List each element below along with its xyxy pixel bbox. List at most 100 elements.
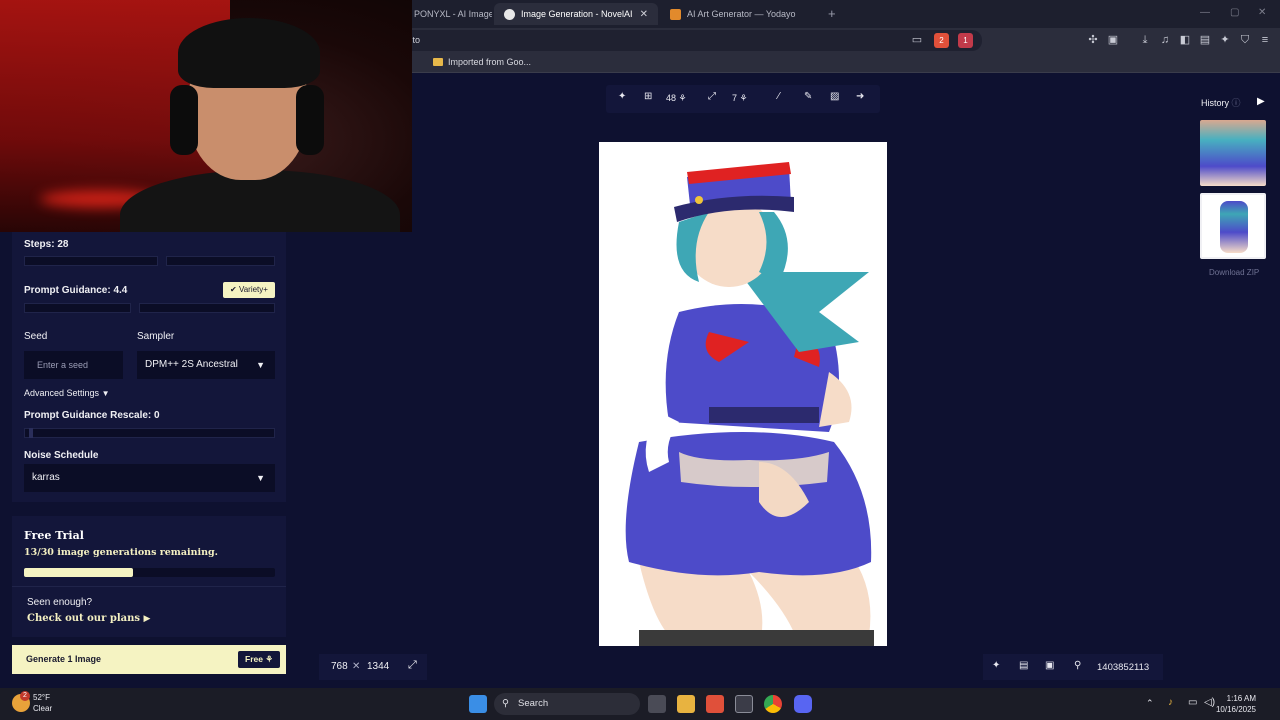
seed-icon[interactable]: ⚲ [1074,660,1081,671]
restore-icon[interactable]: ▢ [1230,7,1239,18]
windows-start-icon[interactable] [469,695,487,713]
tab-label: Image Generation - NovelAI [521,9,633,19]
brave-shield-icon[interactable]: 2 [934,33,949,48]
shield-badge-count: 2 [939,36,944,45]
chevron-up-icon[interactable]: ⌃ [1146,698,1154,709]
guidance-input[interactable] [139,303,275,313]
anime-character-illustration [625,162,874,646]
rescale-handle[interactable] [29,428,33,438]
obs-icon[interactable] [735,695,753,713]
download-icon[interactable]: ⤓ [1138,33,1152,47]
task-view-icon[interactable] [648,695,666,713]
sampler-value: DPM++ 2S Ancestral [145,359,238,370]
save-icon[interactable]: ▣ [1045,660,1054,671]
arrow-right-icon[interactable]: ➜ [856,91,864,102]
close-tab-icon[interactable]: ✕ [640,9,648,20]
wallet-icon[interactable]: ▤ [1198,33,1212,47]
seed-value[interactable]: 1403852113 [1097,662,1149,673]
height-value: 1344 [367,661,390,672]
divider [12,586,286,587]
tab-label: AI Art Generator — Yodayo [687,9,796,19]
sidebar-icon[interactable]: ◧ [1178,33,1192,47]
sampler-select[interactable]: DPM++ 2S Ancestral ▼ [137,351,275,379]
search-icon: ⚲ [502,698,509,709]
headphone-left [170,85,198,155]
rescale-label: Prompt Guidance Rescale: 0 [24,410,160,421]
windows-taskbar: 2 52°F Clear ⚲ Search ⌃ ♪ ▭ ◁) 1:16 AM 10/1… [0,688,1280,720]
leo-ai-icon[interactable]: ✦ [1218,33,1232,47]
image-actions-bar: ✦ ▤ ▣ ⚲ 1403852113 [983,654,1163,680]
tab-ponyxl[interactable]: PONYXL - AI Image [404,3,492,25]
upscale-icon[interactable]: ⤢ [708,91,716,102]
advanced-settings-toggle[interactable]: Advanced Settings ▼ [24,388,110,398]
seen-enough-text: Seen enough? [27,597,93,608]
weather-widget[interactable]: 52°F Clear [33,692,52,714]
minimize-icon[interactable]: — [1200,7,1210,18]
pencil-icon[interactable]: ✎ [804,91,812,102]
generations-remaining: 13/30 image generations remaining. [24,547,218,558]
clipboard-icon[interactable]: ▤ [1019,660,1028,671]
history-thumbnail[interactable] [1200,120,1266,186]
new-tab-icon[interactable]: + [828,6,836,21]
menu-icon[interactable]: ≡ [1258,33,1272,47]
file-explorer-icon[interactable] [677,695,695,713]
discord-icon[interactable] [794,695,812,713]
tab-novelai[interactable]: Image Generation - NovelAI ✕ [494,3,658,25]
brave-browser-icon[interactable] [706,695,724,713]
steps-input[interactable] [166,256,275,266]
volume-icon[interactable]: ◁) [1204,697,1215,708]
seed-input[interactable]: Enter a seed [24,351,123,379]
steps-slider[interactable] [24,256,158,266]
history-thumbnail-selected[interactable] [1200,193,1266,259]
generated-image[interactable] [599,142,887,646]
generate-label: Generate 1 Image [26,654,102,664]
noise-value: karras [32,472,60,483]
image-edit-icon[interactable]: ▨ [830,91,839,102]
chrome-icon[interactable] [764,695,782,713]
system-clock[interactable]: 1:16 AM 10/16/2025 [1216,693,1256,715]
check-plans-link[interactable]: Check out our plans ▶ [27,613,150,624]
network-icon[interactable]: ▭ [1188,697,1197,708]
noise-schedule-select[interactable]: karras ▼ [24,464,275,492]
expand-icon[interactable]: ⤢ [408,659,417,672]
media-icon[interactable]: ♫ [1158,33,1172,47]
upscale-cost: 7 ⚘ [732,93,748,103]
novelai-favicon-icon [504,8,515,20]
tab-yodayo[interactable]: AI Art Generator — Yodayo [660,3,820,25]
collapse-history-icon[interactable]: ▶ [1257,96,1265,107]
play-arrow-icon: ▶ [143,614,151,624]
image-dimensions: 768 ✕ 1344 ⤢ [319,654,427,680]
extensions-icon[interactable]: ✣ [1086,33,1100,47]
trial-progress-fill [24,568,133,577]
caret-down-icon: ▼ [101,389,110,398]
weather-badge: 2 [20,691,30,701]
microphone-icon[interactable]: ♪ [1168,697,1173,708]
seed-label: Seed [24,331,48,342]
bookmark-imported[interactable]: Imported from Goo... [433,57,531,67]
generate-button[interactable]: Generate 1 Image Free ⚘ [12,645,286,674]
enhance-icon[interactable]: ✦ [618,91,626,102]
magic-wand-icon[interactable]: ⁄ [778,91,780,102]
guidance-slider[interactable] [24,303,131,313]
guidance-value: 4.4 [113,285,128,296]
download-zip-link[interactable]: Download ZIP [1209,268,1259,277]
tab-search-icon[interactable]: ▣ [1106,33,1120,47]
vpn-icon[interactable]: ⛉ [1238,33,1252,47]
webcam-overlay [0,0,412,232]
free-trial-title: Free Trial [24,529,84,542]
tab-label: PONYXL - AI Image [414,9,492,19]
pin-icon[interactable]: ✦ [992,660,1000,671]
info-icon: ⓘ [1231,98,1241,108]
taskbar-search[interactable]: ⚲ Search [494,693,640,715]
close-window-icon[interactable]: ✕ [1258,7,1266,18]
free-badge: Free ⚘ [238,651,280,668]
guidance-label: Prompt Guidance: 4.4 [24,285,128,296]
address-bar[interactable]: .to [402,30,982,51]
cast-icon[interactable]: ▭ [910,33,924,47]
variations-icon[interactable]: ⊞ [644,91,652,102]
brave-rewards-icon[interactable]: 1 [958,33,973,48]
history-title: History ⓘ [1201,98,1241,108]
rescale-slider[interactable] [24,428,275,438]
trial-progress-bar [24,568,275,577]
variety-toggle[interactable]: ✔ Variety+ [223,282,275,298]
